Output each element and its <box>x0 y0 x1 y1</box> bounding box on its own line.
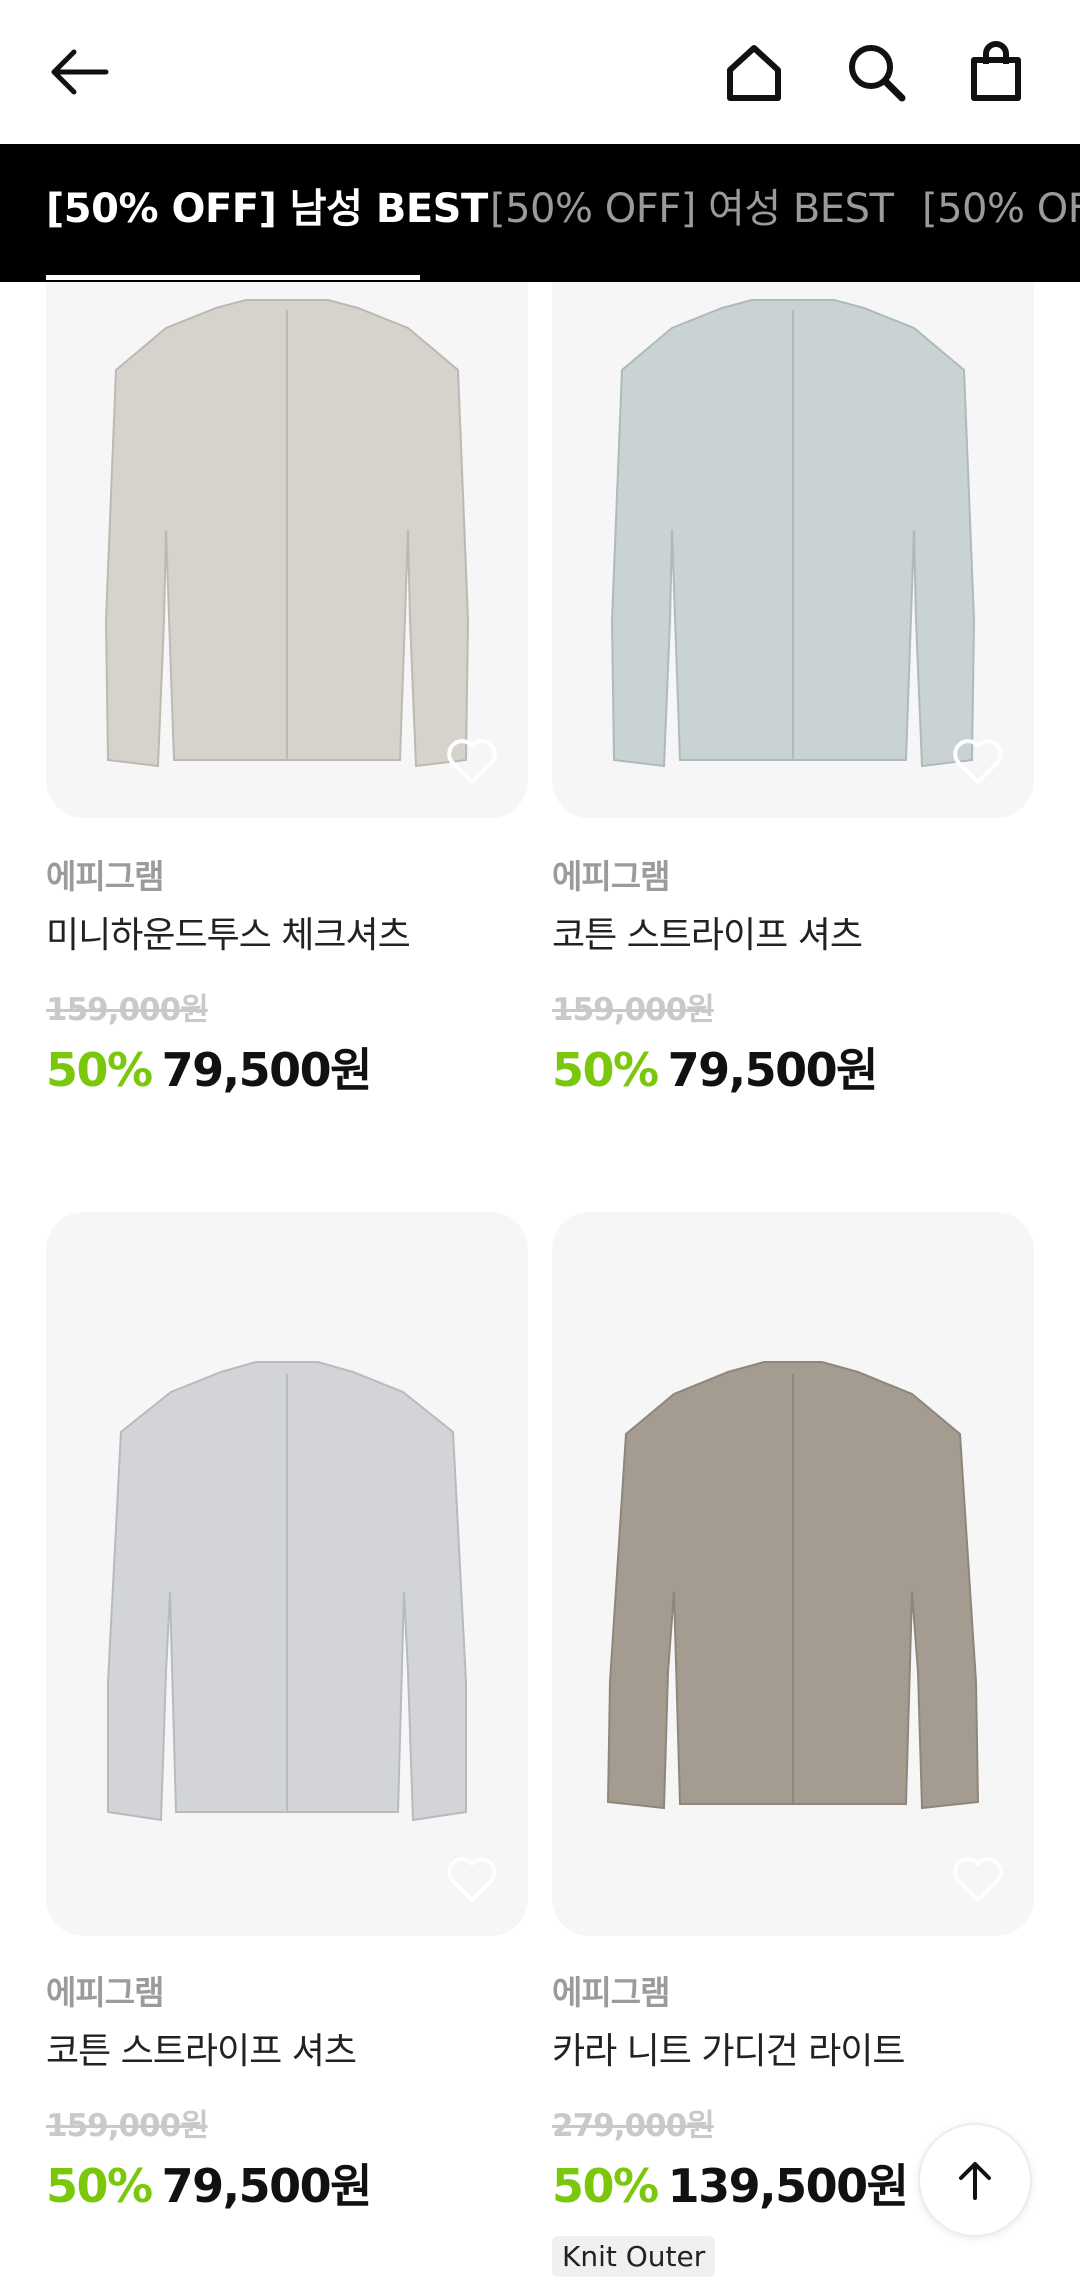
arrow-left-icon <box>51 49 109 95</box>
product-card[interactable] <box>46 282 528 900</box>
heart-icon[interactable] <box>950 1852 1006 1908</box>
heart-icon[interactable] <box>950 734 1006 790</box>
original-price: 279,000원 <box>552 2108 715 2144</box>
original-price: 159,000원 <box>46 992 209 1028</box>
product-name[interactable]: 미니하운드투스 체크셔츠 <box>46 906 411 958</box>
product-grid: 에피그램 미니하운드투스 체크셔츠 159,000원 50% 79,500원 에피… <box>0 282 1080 2284</box>
product-image[interactable] <box>46 282 528 818</box>
discount-rate: 50% <box>46 1043 153 1097</box>
product-name[interactable]: 카라 니트 가디건 라이트 <box>552 2022 906 2074</box>
product-brand: 에피그램 <box>552 1973 670 2012</box>
category-tab-bar: [50% OFF] 남성 BEST [50% OFF] 여성 BEST [50%… <box>0 144 1080 282</box>
top-app-bar <box>0 0 1080 144</box>
price-line: 50% 79,500원 <box>46 1034 373 1100</box>
product-card[interactable] <box>552 282 1034 900</box>
price-line: 50% 139,500원 <box>552 2150 909 2216</box>
heart-icon[interactable] <box>444 1852 500 1908</box>
product-brand: 에피그램 <box>552 857 670 896</box>
price-line: 50% 79,500원 <box>46 2150 373 2216</box>
product-image[interactable] <box>552 1212 1034 1936</box>
product-image[interactable] <box>552 282 1034 818</box>
sale-price: 79,500원 <box>161 1043 373 1097</box>
search-button[interactable] <box>840 36 912 108</box>
active-tab-indicator <box>46 275 420 280</box>
home-button[interactable] <box>718 36 790 108</box>
sale-price: 79,500원 <box>667 1043 879 1097</box>
category-tag: Knit Outer <box>552 2236 716 2277</box>
tab-next[interactable]: [50% OFF <box>922 144 1080 282</box>
shopping-bag-icon <box>971 41 1021 101</box>
product-brand: 에피그램 <box>46 857 164 896</box>
tab-women-best[interactable]: [50% OFF] 여성 BEST <box>490 144 894 282</box>
home-icon <box>727 45 781 101</box>
heart-icon[interactable] <box>444 734 500 790</box>
product-name[interactable]: 코튼 스트라이프 셔츠 <box>46 2022 357 2074</box>
shirt-image <box>107 1361 467 1822</box>
discount-rate: 50% <box>552 1043 659 1097</box>
sale-price: 79,500원 <box>161 2159 373 2213</box>
product-card[interactable] <box>46 1212 528 1936</box>
sale-price: 139,500원 <box>667 2159 909 2213</box>
back-button[interactable] <box>44 36 116 108</box>
product-card[interactable] <box>552 1212 1034 1936</box>
product-image[interactable] <box>46 1212 528 1936</box>
product-name[interactable]: 코튼 스트라이프 셔츠 <box>552 906 863 958</box>
original-price: 159,000원 <box>46 2108 209 2144</box>
cart-button[interactable] <box>960 36 1032 108</box>
discount-rate: 50% <box>46 2159 153 2213</box>
cardigan-image <box>606 1361 980 1810</box>
product-brand: 에피그램 <box>46 1973 164 2012</box>
original-price: 159,000원 <box>552 992 715 1028</box>
scroll-to-top-button[interactable] <box>918 2123 1032 2237</box>
arrow-up-icon <box>959 2162 991 2200</box>
search-icon <box>849 45 906 102</box>
discount-rate: 50% <box>552 2159 659 2213</box>
price-line: 50% 79,500원 <box>552 1034 879 1100</box>
tab-men-best[interactable]: [50% OFF] 남성 BEST <box>46 144 488 282</box>
